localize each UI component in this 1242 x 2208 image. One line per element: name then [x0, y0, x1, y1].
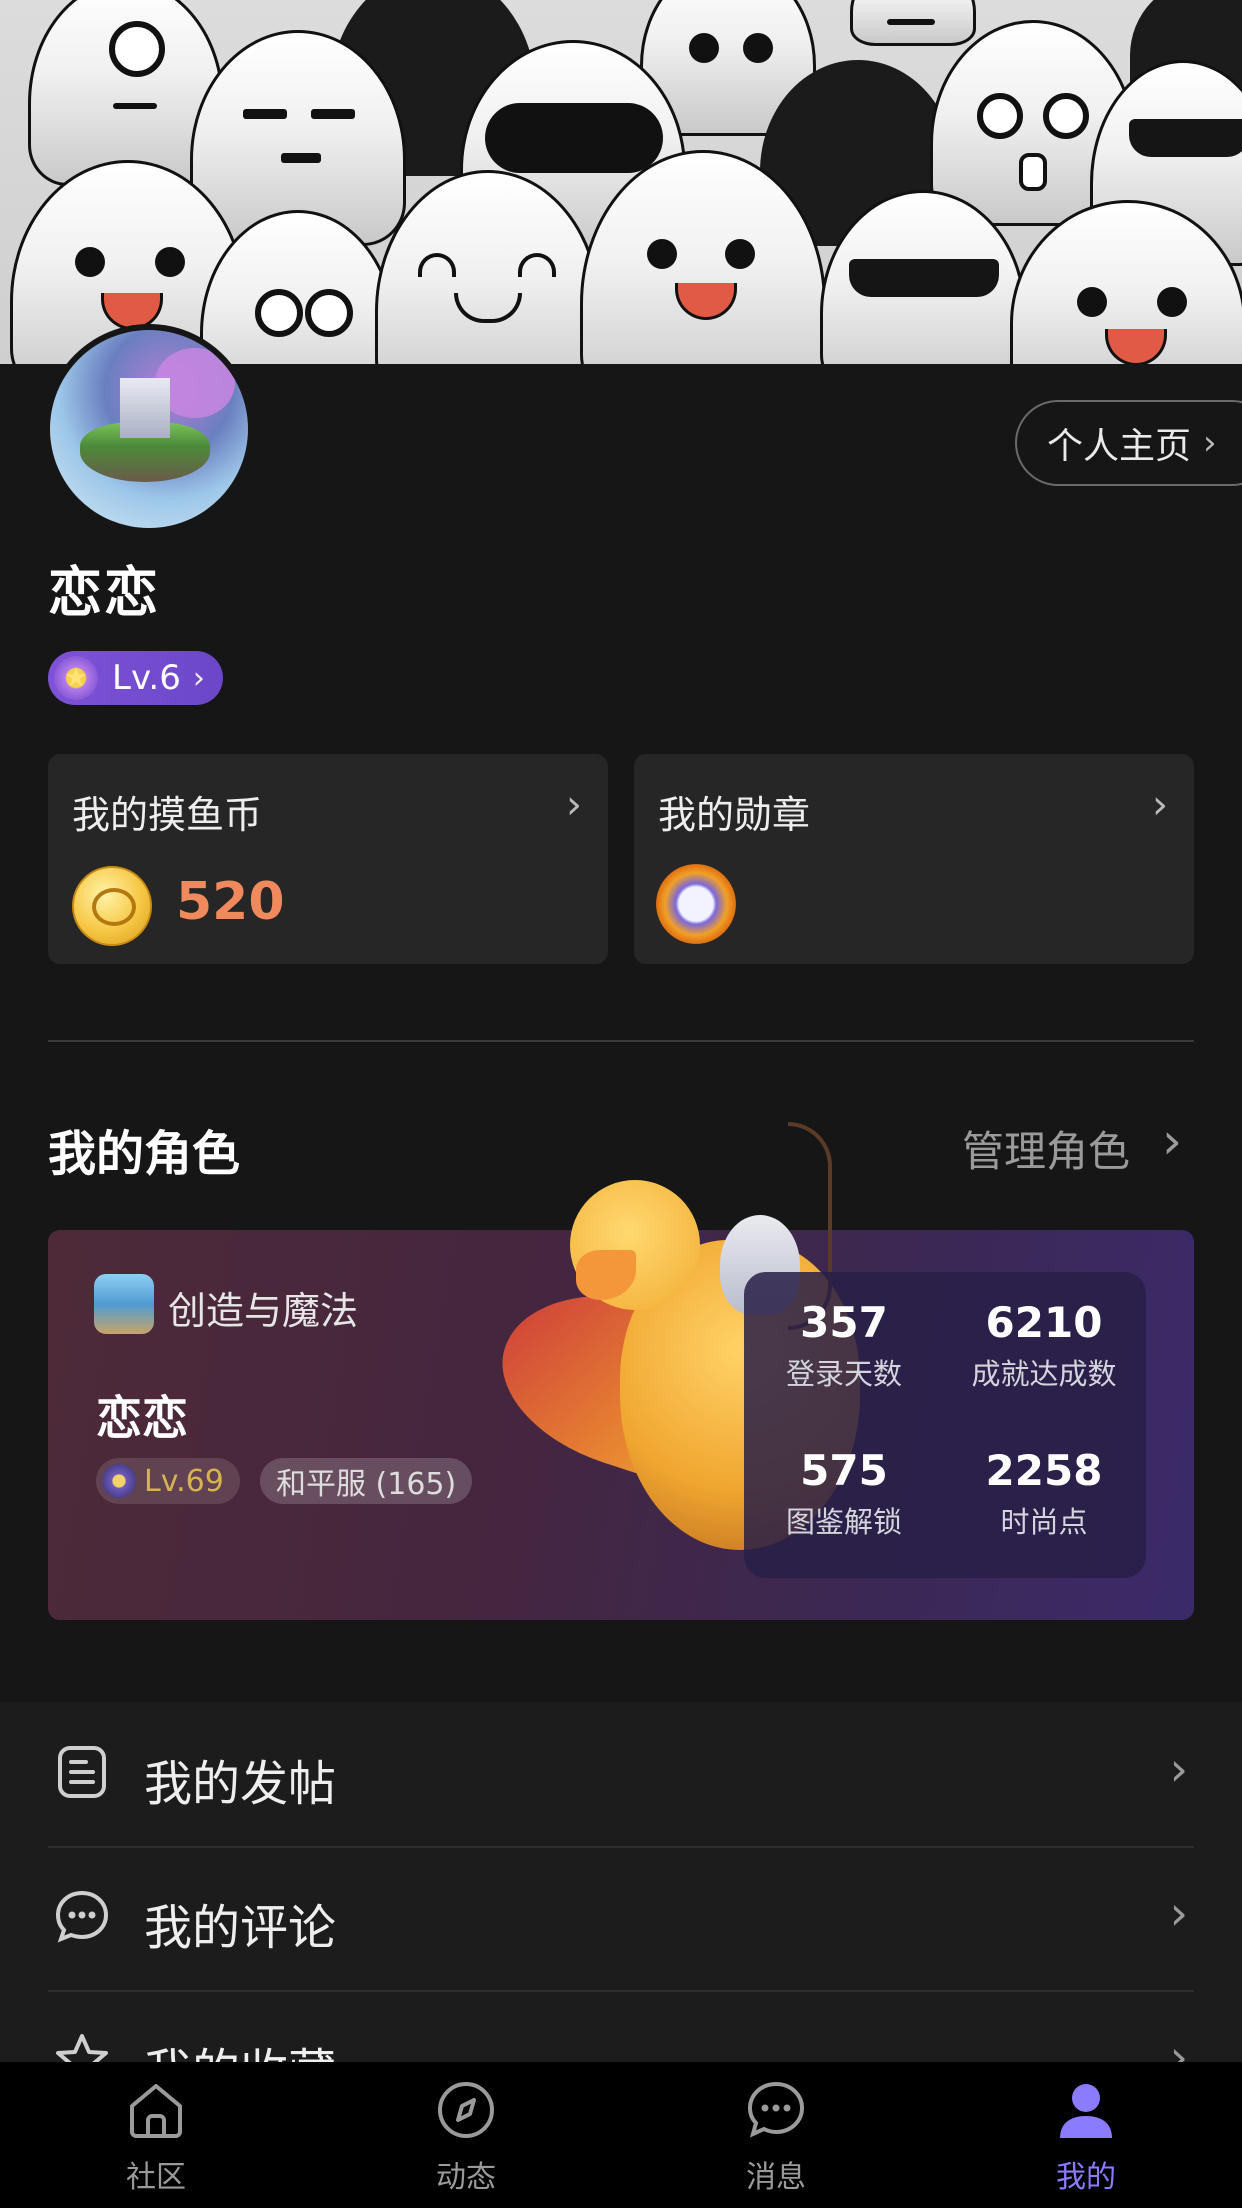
stat-label: 图鉴解锁	[785, 1505, 902, 1539]
chat-icon	[747, 2081, 805, 2138]
user-icon	[1060, 2084, 1112, 2138]
game-name: 创造与魔法	[168, 1289, 359, 1333]
tab-feed[interactable]: 动态	[396, 2078, 536, 2196]
home-icon	[130, 2084, 182, 2138]
stat-value: 357	[800, 1298, 888, 1347]
coin-icon	[72, 866, 152, 946]
avatar-image	[50, 330, 248, 528]
role-name: 恋恋	[96, 1391, 188, 1445]
menu-item-label: 我的收藏	[144, 2032, 336, 2062]
username: 恋恋	[48, 561, 160, 624]
game-icon	[94, 1274, 154, 1334]
menu-item-my-posts[interactable]: 我的发帖 ›	[48, 1702, 1194, 1848]
avatar[interactable]	[44, 324, 254, 534]
coin-balance: 520	[176, 872, 285, 932]
menu-item-my-comments[interactable]: 我的评论 ›	[48, 1846, 1194, 1992]
profile-banner	[0, 0, 1242, 364]
menu-item-label: 我的评论	[144, 1900, 337, 1956]
my-roles-title: 我的角色	[48, 1126, 241, 1182]
tab-label: 消息	[746, 2160, 806, 2195]
medals-card-title: 我的勋章	[658, 793, 811, 837]
personal-homepage-button[interactable]: 个人主页 ›	[1015, 400, 1242, 486]
chevron-right-icon: ›	[1169, 1886, 1188, 1940]
coins-card[interactable]: 我的摸鱼币 › 520	[48, 754, 608, 964]
role-stats-panel: 357 登录天数 6210 成就达成数 575 图鉴解锁 2258 时尚点	[744, 1272, 1146, 1578]
role-level-badge: Lv.69	[96, 1458, 240, 1504]
user-level-badge[interactable]: ★ Lv.6 ›	[48, 651, 223, 705]
stat-collection-unlocked: 575 图鉴解锁	[744, 1446, 944, 1541]
comment-icon	[55, 1890, 109, 1943]
stat-label: 时尚点	[1000, 1505, 1088, 1539]
chevron-right-icon: ›	[1169, 1742, 1188, 1796]
tab-me[interactable]: 我的	[1016, 2078, 1156, 2196]
stat-label: 登录天数	[785, 1357, 902, 1391]
section-divider	[48, 1040, 1194, 1042]
personal-homepage-label: 个人主页	[1047, 426, 1192, 467]
manage-roles-link[interactable]: 管理角色	[962, 1118, 1130, 1179]
star-icon	[56, 2034, 108, 2062]
server-badge: 和平服 (165)	[260, 1458, 473, 1504]
stat-value: 575	[800, 1446, 888, 1495]
stat-value: 2258	[985, 1446, 1103, 1495]
stat-achievements: 6210 成就达成数	[944, 1298, 1144, 1393]
profile-menu: 我的发帖 › 我的评论 › 我的收藏 ›	[0, 1702, 1242, 2062]
chevron-right-icon: ›	[1203, 423, 1217, 463]
star-icon: ★	[54, 656, 98, 700]
menu-item-my-favorites[interactable]: 我的收藏 ›	[48, 1990, 1194, 2062]
chevron-right-icon[interactable]: ›	[1162, 1112, 1182, 1170]
level-emblem-icon	[102, 1464, 136, 1498]
tab-label: 动态	[436, 2160, 496, 2195]
stat-label: 成就达成数	[971, 1357, 1117, 1391]
menu-item-label: 我的发帖	[144, 1756, 337, 1812]
coins-card-title: 我的摸鱼币	[72, 793, 263, 837]
chevron-right-icon: ›	[1152, 782, 1168, 828]
chevron-right-icon: ›	[1169, 2030, 1188, 2062]
medals-card[interactable]: 我的勋章 ›	[634, 754, 1194, 964]
medal-icon	[656, 864, 736, 944]
stat-value: 6210	[985, 1298, 1103, 1347]
chevron-right-icon: ›	[192, 660, 205, 696]
stat-fashion-points: 2258 时尚点	[944, 1446, 1144, 1541]
chevron-right-icon: ›	[566, 782, 582, 828]
user-level-label: Lv.6	[112, 658, 181, 698]
role-level-label: Lv.69	[144, 1463, 224, 1499]
stat-login-days: 357 登录天数	[744, 1298, 944, 1393]
document-icon	[58, 1746, 106, 1798]
tab-label: 社区	[126, 2160, 186, 2195]
tab-community[interactable]: 社区	[86, 2078, 226, 2196]
tab-label: 我的	[1056, 2160, 1116, 2195]
tab-messages[interactable]: 消息	[706, 2078, 846, 2196]
compass-icon	[438, 2082, 494, 2138]
bottom-tab-bar: 社区 动态 消息 我的	[0, 2062, 1242, 2208]
